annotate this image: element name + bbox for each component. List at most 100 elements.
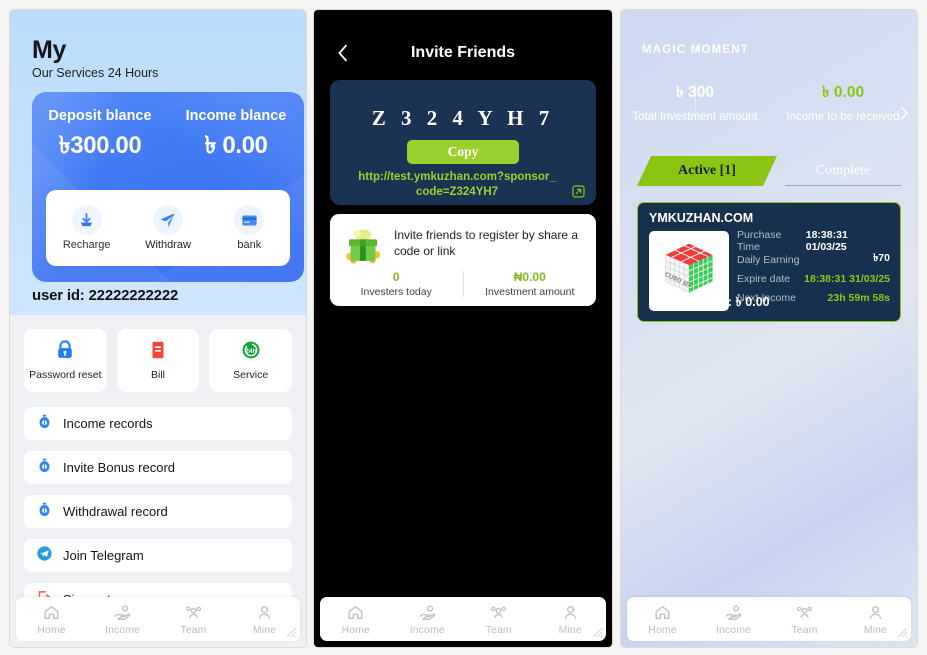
list-item-label: Join Telegram bbox=[63, 548, 144, 563]
total-earning: Total Earning: ৳ 0.00 bbox=[649, 295, 770, 309]
income-to-be-received-stat[interactable]: ৳ 0.00 Income to be received bbox=[769, 80, 917, 123]
list-item-join-telegram[interactable]: Join Telegram bbox=[24, 539, 292, 572]
password-reset-label: Password reset bbox=[29, 369, 102, 382]
list-item-label: Invite Bonus record bbox=[63, 460, 176, 475]
income-balance-label: Income blance bbox=[185, 108, 287, 124]
list-item-income-records[interactable]: Income records bbox=[24, 407, 292, 440]
telegram-icon bbox=[36, 545, 53, 567]
income-hand-icon bbox=[725, 604, 742, 620]
magic-moment-panel: MAGIC MOMENT ৳ 300 Total Investment amou… bbox=[621, 10, 917, 647]
team-icon bbox=[186, 606, 201, 618]
bill-card[interactable]: Bill bbox=[116, 329, 200, 392]
copy-button[interactable]: Copy bbox=[407, 140, 519, 164]
quick-card-grid: Password reset Bill 24h Service bbox=[24, 329, 293, 392]
gift-box-icon bbox=[342, 225, 384, 272]
list-item-invite-bonus-record[interactable]: Invite Bonus record bbox=[24, 451, 292, 484]
invite-header: Invite Friends bbox=[314, 40, 612, 66]
team-icon bbox=[797, 606, 812, 618]
investment-amount-value: ₦0.00 bbox=[513, 270, 546, 284]
bank-label: bank bbox=[237, 239, 262, 251]
bill-icon bbox=[147, 339, 169, 366]
investment-amount-stat: ₦0.00 Investment amount bbox=[464, 270, 597, 298]
detail-value: 23h 59m 58s bbox=[827, 291, 890, 304]
tab-mine-label: Mine bbox=[558, 623, 582, 636]
total-investment-label: Total Investment amount bbox=[632, 111, 758, 123]
mine-panel: My Our Services 24 Hours Deposit blance … bbox=[10, 10, 306, 647]
tab-team[interactable]: Team bbox=[769, 603, 840, 636]
recharge-button[interactable]: Recharge bbox=[46, 205, 127, 251]
detail-key: Expire date bbox=[737, 272, 791, 285]
bank-button[interactable]: bank bbox=[209, 205, 290, 251]
detail-row-expire-date: Expire date 18:38:31 31/03/25 bbox=[737, 269, 890, 288]
list-item-withdrawal-record[interactable]: Withdrawal record bbox=[24, 495, 292, 528]
income-balance: Income blance ৳ 0.00 bbox=[168, 108, 304, 167]
withdraw-label: Withdraw bbox=[145, 239, 191, 251]
magic-tabs: Active [1] Complete bbox=[637, 156, 901, 186]
tab-income-label: Income bbox=[409, 623, 445, 636]
screenshot-stage: My Our Services 24 Hours Deposit blance … bbox=[0, 0, 927, 655]
svg-text:24h: 24h bbox=[245, 348, 257, 355]
tab-mine-label: Mine bbox=[252, 623, 277, 636]
income-to-be-received-value: ৳ 0.00 bbox=[821, 84, 865, 101]
tab-home-label: Home bbox=[341, 623, 370, 636]
detail-key: Purchase Time bbox=[737, 228, 782, 253]
tab-active[interactable]: Active [1] bbox=[637, 156, 777, 186]
tab-income[interactable]: Income bbox=[698, 603, 769, 636]
resize-grip-icon[interactable] bbox=[285, 626, 297, 638]
recharge-icon bbox=[71, 205, 102, 235]
investment-name: YMKUZHAN.COM bbox=[649, 211, 754, 225]
tab-team[interactable]: Team bbox=[158, 603, 229, 636]
referral-link[interactable]: http://test.ymkuzhan.com?sponsor_code=Z3… bbox=[358, 170, 556, 199]
tab-home[interactable]: Home bbox=[627, 603, 698, 636]
chevron-right-icon[interactable] bbox=[900, 106, 909, 125]
quick-actions-card: Recharge Withdraw bank bbox=[46, 190, 290, 266]
tab-income[interactable]: Income bbox=[392, 603, 464, 636]
detail-value: 18:38:31 31/03/25 bbox=[804, 272, 890, 285]
tab-home[interactable]: Home bbox=[320, 603, 392, 636]
tab-mine-label: Mine bbox=[863, 623, 888, 636]
bank-card-icon bbox=[234, 205, 265, 235]
deposit-balance: Deposit blance ৳300.00 bbox=[32, 108, 168, 167]
person-icon bbox=[258, 605, 271, 619]
withdraw-button[interactable]: Withdraw bbox=[127, 205, 208, 251]
tab-team-label: Team bbox=[180, 623, 207, 636]
income-balance-value: ৳ 0.00 bbox=[204, 132, 268, 159]
invite-panel: Invite Friends Z 3 2 4 Y H 7 Copy http:/… bbox=[314, 10, 612, 647]
detail-value: 18:38:31 01/03/25 bbox=[805, 228, 848, 253]
investors-today-stat: 0 Investers today bbox=[330, 270, 463, 298]
tab-home[interactable]: Home bbox=[16, 603, 87, 636]
page-subtitle: Our Services 24 Hours bbox=[32, 66, 159, 80]
investment-card[interactable]: YMKUZHAN.COM CUBO 5D Purchase Time 18:38… bbox=[637, 202, 901, 322]
resize-grip-icon[interactable] bbox=[896, 626, 908, 638]
list-item-label: Income records bbox=[63, 416, 153, 431]
tab-income-label: Income bbox=[715, 623, 752, 636]
promo-card: Invite friends to register by share a co… bbox=[330, 214, 596, 306]
deposit-balance-label: Deposit blance bbox=[48, 108, 152, 124]
referral-code: Z 3 2 4 Y H 7 bbox=[371, 106, 555, 130]
investors-today-value: 0 bbox=[392, 270, 400, 284]
service-24h-icon: 24h bbox=[240, 339, 262, 366]
referral-code-card: Z 3 2 4 Y H 7 Copy http://test.ymkuzhan.… bbox=[330, 80, 596, 205]
home-icon bbox=[348, 605, 363, 619]
tab-income[interactable]: Income bbox=[87, 603, 158, 636]
total-investment-stat: ৳ 300 Total Investment amount bbox=[621, 80, 769, 123]
promo-stats: 0 Investers today ₦0.00 Investment amoun… bbox=[330, 270, 596, 298]
bill-label: Bill bbox=[151, 369, 166, 382]
money-bag-icon bbox=[36, 413, 53, 435]
resize-grip-icon[interactable] bbox=[591, 626, 603, 638]
bottom-tabbar: Home Income Team Mine bbox=[16, 597, 300, 641]
tab-team[interactable]: Team bbox=[463, 603, 535, 636]
user-id: user id: 22222222222 bbox=[32, 287, 179, 304]
share-square-icon[interactable] bbox=[571, 184, 586, 204]
person-icon bbox=[869, 605, 882, 619]
mine-hero: My Our Services 24 Hours Deposit blance … bbox=[10, 10, 306, 315]
tab-income-label: Income bbox=[104, 623, 141, 636]
service-card[interactable]: 24h Service bbox=[209, 329, 293, 392]
password-reset-card[interactable]: Password reset bbox=[24, 329, 107, 392]
bottom-tabbar: Home Income Team Mine bbox=[320, 597, 606, 641]
detail-row-purchase-time: Purchase Time 18:38:31 01/03/25 bbox=[737, 228, 890, 253]
tab-complete[interactable]: Complete bbox=[785, 156, 901, 186]
list-item-label: Withdrawal record bbox=[63, 504, 168, 519]
bottom-tabbar: Home Income Team Mine bbox=[627, 597, 911, 641]
lock-icon bbox=[54, 339, 76, 366]
